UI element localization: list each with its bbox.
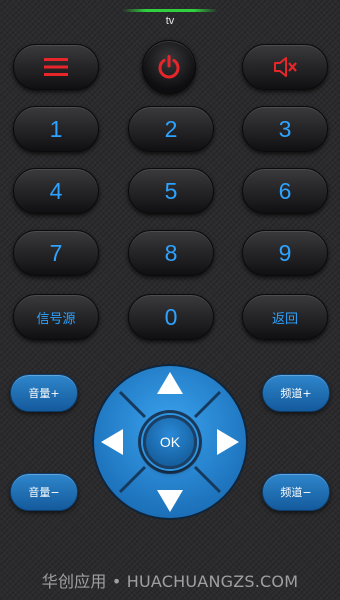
direction-pad: OK bbox=[90, 362, 250, 522]
volume-up-button[interactable]: 音量+ bbox=[10, 374, 78, 412]
device-name: tv bbox=[165, 15, 175, 27]
key-3[interactable]: 3 bbox=[242, 106, 328, 152]
dpad-down-button[interactable] bbox=[156, 489, 184, 513]
source-button[interactable]: 信号源 bbox=[13, 294, 99, 340]
key-8[interactable]: 8 bbox=[128, 230, 214, 276]
channel-up-button[interactable]: 频道+ bbox=[262, 374, 330, 412]
back-button[interactable]: 返回 bbox=[242, 294, 328, 340]
dpad-right-button[interactable] bbox=[216, 428, 240, 456]
channel-down-button[interactable]: 频道− bbox=[262, 473, 330, 511]
power-icon bbox=[158, 55, 180, 79]
dpad-left-button[interactable] bbox=[100, 428, 124, 456]
key-9[interactable]: 9 bbox=[242, 230, 328, 276]
watermark: 华创应用 • HUACHUANGZS.COM bbox=[41, 572, 299, 591]
signal-indicator bbox=[122, 9, 218, 12]
menu-button[interactable] bbox=[13, 44, 99, 90]
key-7[interactable]: 7 bbox=[13, 230, 99, 276]
key-0[interactable]: 0 bbox=[128, 294, 214, 340]
volume-down-button[interactable]: 音量− bbox=[10, 473, 78, 511]
key-1[interactable]: 1 bbox=[13, 106, 99, 152]
key-5[interactable]: 5 bbox=[128, 168, 214, 214]
key-2[interactable]: 2 bbox=[128, 106, 214, 152]
dpad-up-button[interactable] bbox=[156, 371, 184, 395]
status-header: tv bbox=[0, 0, 340, 34]
key-6[interactable]: 6 bbox=[242, 168, 328, 214]
menu-icon bbox=[44, 58, 68, 76]
ok-button[interactable]: OK bbox=[143, 415, 197, 469]
key-4[interactable]: 4 bbox=[13, 168, 99, 214]
mute-button[interactable] bbox=[242, 44, 328, 90]
mute-icon bbox=[274, 57, 297, 77]
power-button[interactable] bbox=[142, 40, 196, 94]
